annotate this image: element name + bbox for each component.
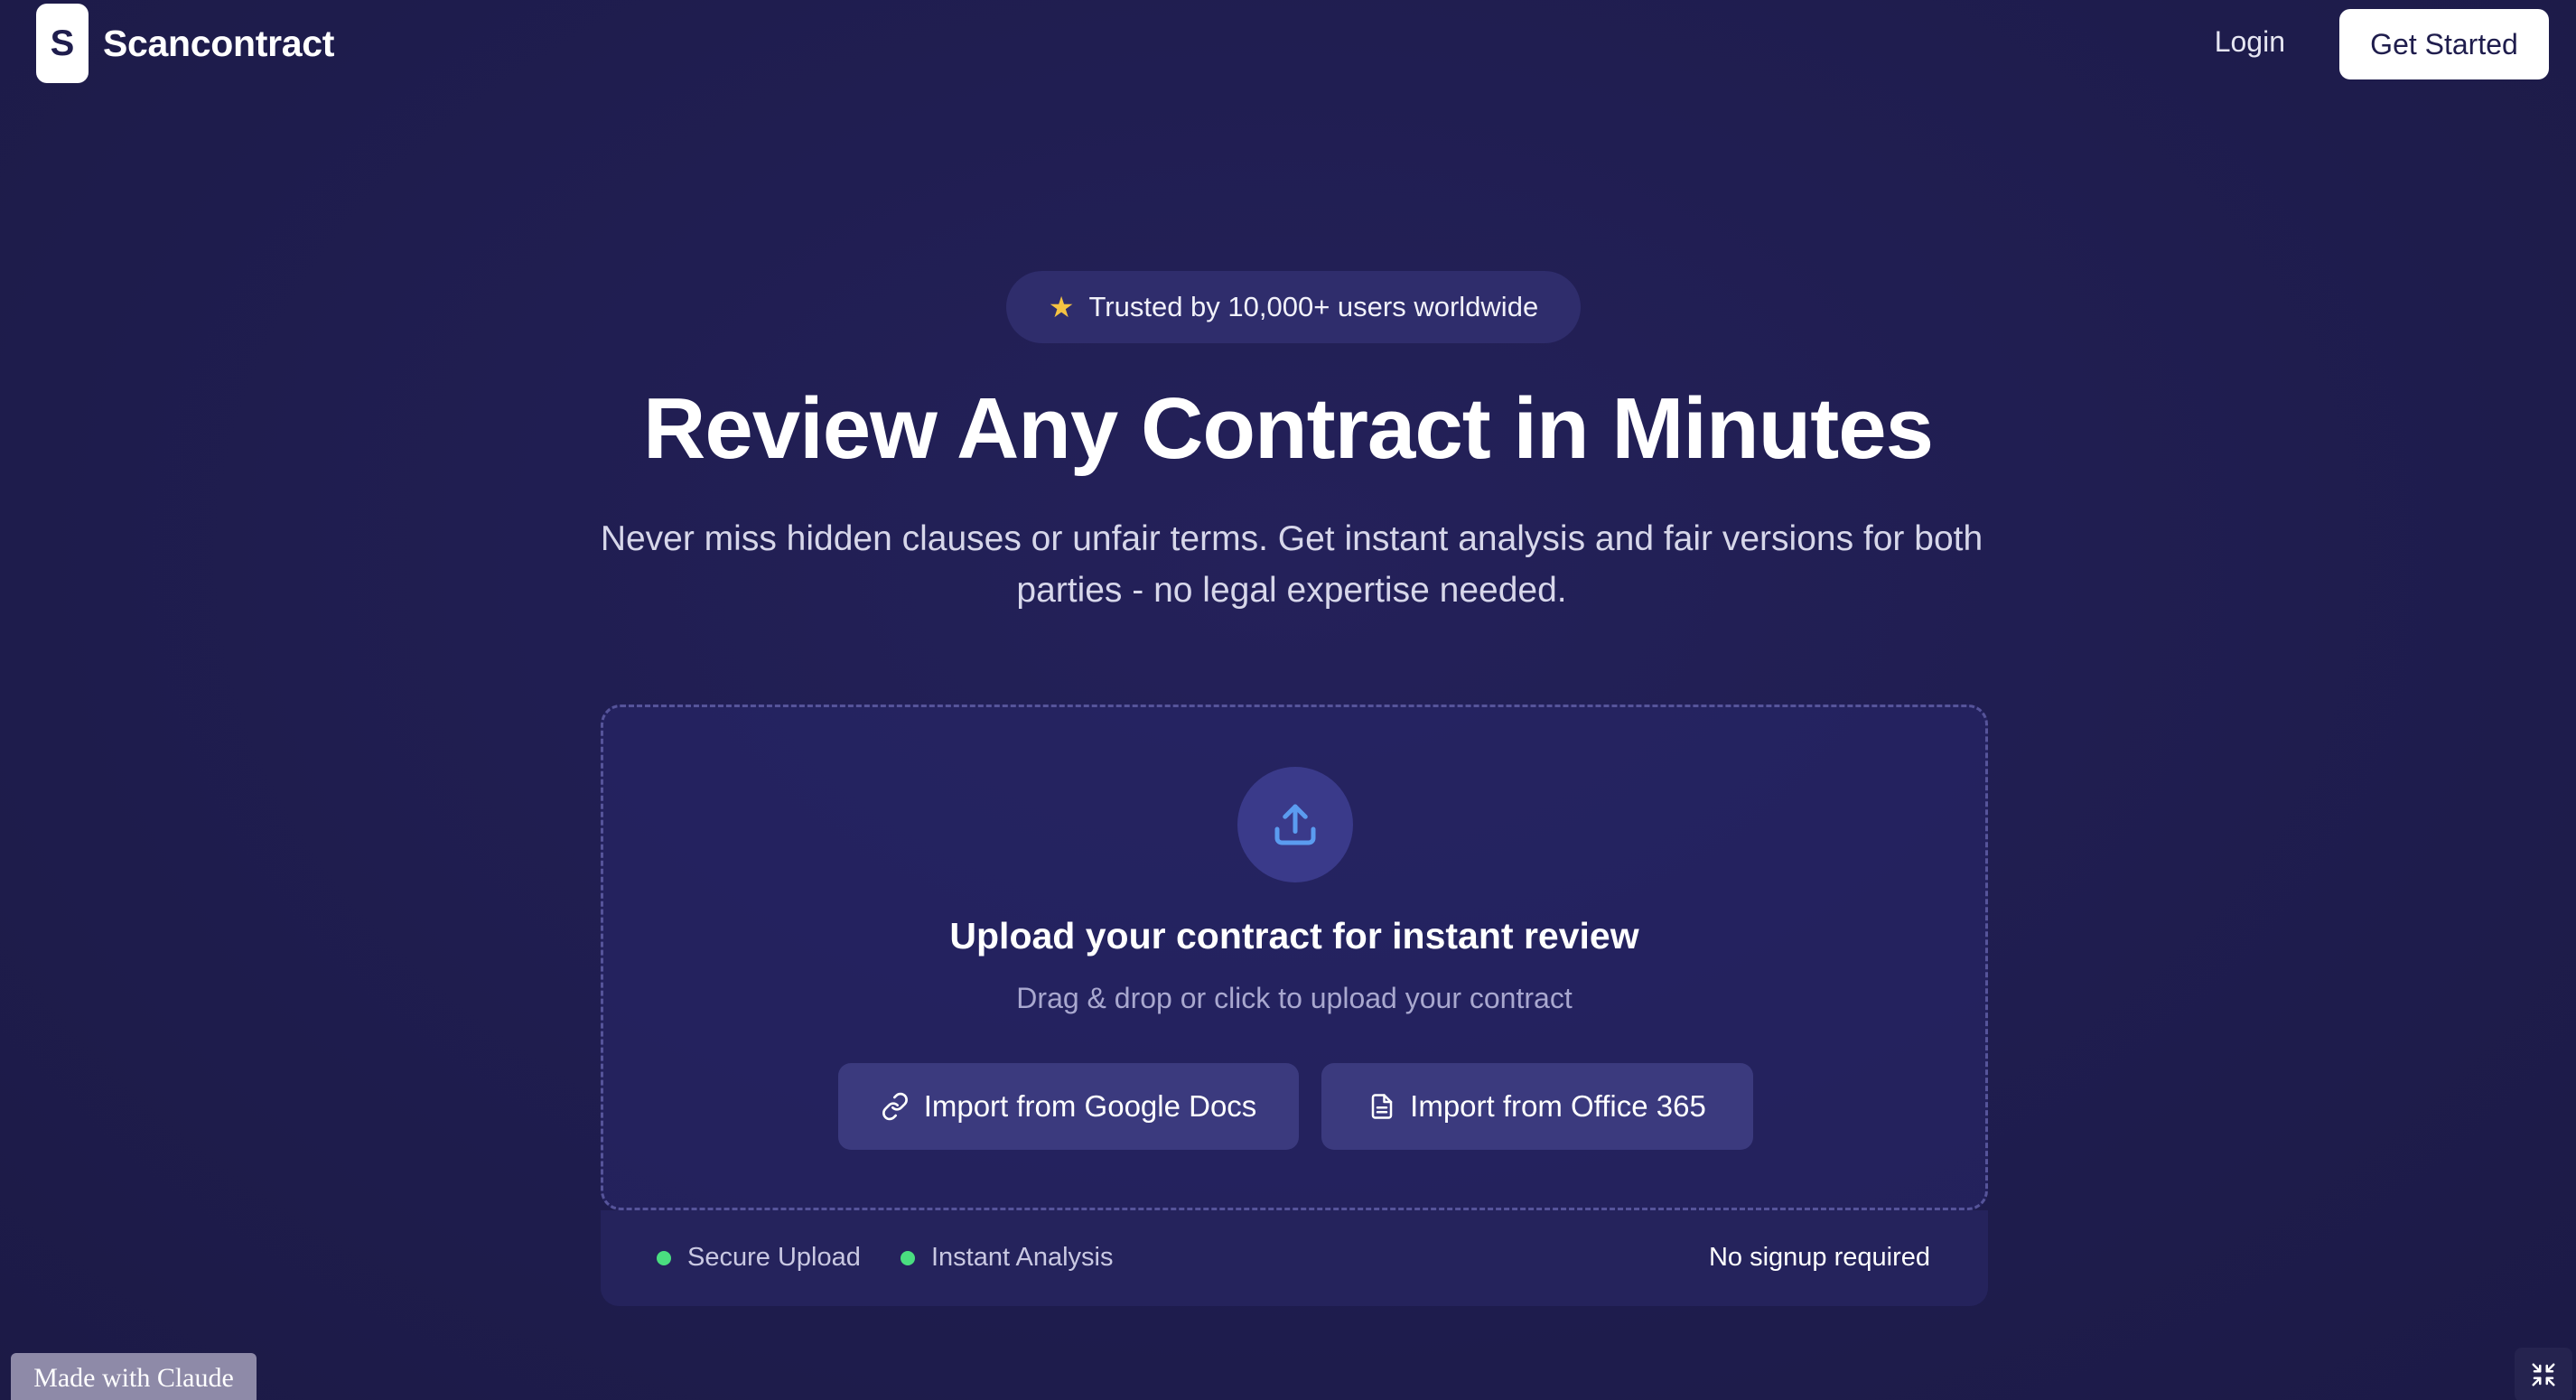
feature-strip: Secure Upload Instant Analysis No signup… bbox=[601, 1210, 1988, 1306]
top-nav: S Scancontract Login Get Started bbox=[0, 0, 2576, 87]
upload-dropzone[interactable]: Upload your contract for instant review … bbox=[601, 705, 1988, 1210]
logo-mark: S bbox=[36, 4, 89, 83]
link-icon bbox=[882, 1092, 908, 1121]
star-icon: ★ bbox=[1048, 291, 1075, 323]
collapse-icon bbox=[2532, 1363, 2555, 1386]
import-office-365-button[interactable]: Import from Office 365 bbox=[1321, 1063, 1753, 1150]
upload-title: Upload your contract for instant review bbox=[949, 915, 1639, 957]
trust-badge: ★ Trusted by 10,000+ users worldwide bbox=[1006, 271, 1581, 343]
brand-name: Scancontract bbox=[103, 22, 335, 64]
document-icon bbox=[1371, 1094, 1393, 1119]
feature-label: Secure Upload bbox=[687, 1243, 861, 1272]
brand-logo[interactable]: S Scancontract bbox=[36, 4, 334, 83]
upload-icon bbox=[1237, 767, 1353, 882]
trust-badge-text: Trusted by 10,000+ users worldwide bbox=[1088, 291, 1539, 322]
no-signup-note: No signup required bbox=[1708, 1243, 1930, 1272]
import-google-docs-button[interactable]: Import from Google Docs bbox=[838, 1063, 1299, 1150]
feature-label: Instant Analysis bbox=[931, 1243, 1114, 1272]
status-dot bbox=[901, 1250, 915, 1265]
import-google-docs-label: Import from Google Docs bbox=[923, 1089, 1257, 1123]
upload-subtitle: Drag & drop or click to upload your cont… bbox=[1016, 982, 1573, 1014]
import-office-365-label: Import from Office 365 bbox=[1410, 1089, 1706, 1123]
login-link[interactable]: Login bbox=[2215, 25, 2285, 59]
collapse-button[interactable] bbox=[2515, 1348, 2572, 1400]
hero-subtitle: Never miss hidden clauses or unfair term… bbox=[600, 519, 1983, 610]
made-with-claude-badge[interactable]: Made with Claude bbox=[11, 1353, 257, 1400]
hero-title: Review Any Contract in Minutes bbox=[643, 380, 1934, 477]
feature-secure-upload: Secure Upload bbox=[657, 1243, 861, 1273]
feature-instant-analysis: Instant Analysis bbox=[901, 1243, 1114, 1273]
status-dot bbox=[657, 1250, 671, 1265]
get-started-button[interactable]: Get Started bbox=[2339, 9, 2549, 79]
